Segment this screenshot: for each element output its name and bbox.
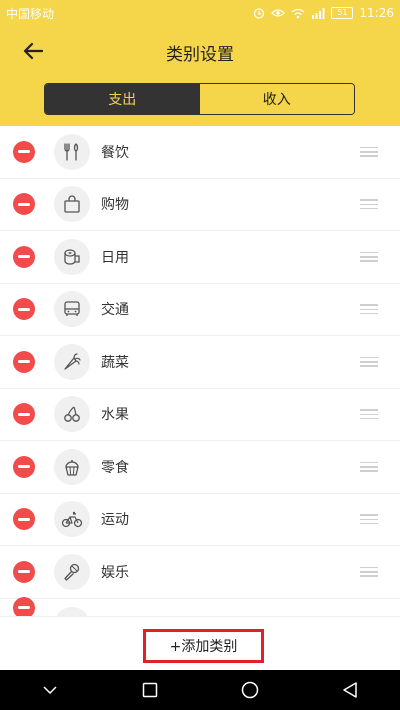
- bicycle-icon: [54, 501, 90, 538]
- type-segmented-control: 支出 收入: [44, 83, 355, 115]
- remove-category-button[interactable]: [13, 193, 35, 216]
- drag-handle-icon[interactable]: [360, 356, 378, 367]
- category-row-partial[interactable]: [0, 596, 400, 616]
- category-row[interactable]: 水果: [0, 389, 400, 441]
- category-label: 日用: [101, 249, 129, 266]
- category-row[interactable]: 零食: [0, 441, 400, 494]
- category-label: 运动: [101, 512, 129, 529]
- recent-apps-icon[interactable]: [130, 670, 170, 710]
- app-header: 类别设置 支出 收入: [0, 26, 400, 126]
- remove-category-button[interactable]: [13, 298, 35, 321]
- back-triangle-icon[interactable]: [330, 670, 370, 710]
- category-label: 餐饮: [101, 144, 129, 161]
- category-label: 水果: [101, 407, 129, 424]
- bus-icon: [54, 291, 90, 328]
- remove-category-button[interactable]: [13, 245, 35, 268]
- utensils-icon: [54, 133, 90, 170]
- category-row[interactable]: 日用: [0, 231, 400, 284]
- clock: 11:26: [359, 6, 394, 20]
- chevron-down-icon[interactable]: [30, 670, 70, 710]
- category-label: 娱乐: [101, 564, 129, 581]
- drag-handle-icon[interactable]: [360, 461, 378, 472]
- drag-handle-icon[interactable]: [360, 199, 378, 210]
- alarm-icon: [253, 7, 265, 19]
- bottom-bar: +添加类别: [0, 616, 400, 670]
- wifi-icon: [291, 8, 305, 19]
- drag-handle-icon[interactable]: [360, 566, 378, 577]
- category-row[interactable]: 蔬菜: [0, 336, 400, 389]
- cupcake-icon: [54, 448, 90, 485]
- signal-icon: [311, 7, 325, 19]
- shopping-bag-icon: [54, 186, 90, 223]
- category-row[interactable]: 运动: [0, 494, 400, 546]
- remove-category-button[interactable]: [13, 455, 35, 478]
- category-label: 交通: [101, 302, 129, 319]
- category-label: 零食: [101, 459, 129, 476]
- category-row[interactable]: 购物: [0, 179, 400, 231]
- remove-category-button[interactable]: [13, 560, 35, 583]
- remove-category-button[interactable]: [13, 596, 35, 616]
- status-bar: 中国移动 51 11:26: [0, 0, 400, 26]
- carrot-icon: [54, 343, 90, 380]
- eye-icon: [271, 8, 286, 18]
- remove-category-button[interactable]: [13, 350, 35, 373]
- drag-handle-icon[interactable]: [360, 146, 378, 157]
- add-category-button[interactable]: +添加类别: [143, 629, 264, 663]
- category-row[interactable]: 餐饮: [0, 126, 400, 179]
- remove-category-button[interactable]: [13, 508, 35, 531]
- drag-handle-icon[interactable]: [360, 514, 378, 525]
- tissue-roll-icon: [54, 238, 90, 275]
- home-icon[interactable]: [230, 670, 270, 710]
- page-title: 类别设置: [166, 45, 234, 65]
- category-row[interactable]: 交通: [0, 284, 400, 336]
- tab-expense[interactable]: 支出: [45, 84, 200, 114]
- remove-category-button[interactable]: [13, 140, 35, 163]
- drag-handle-icon[interactable]: [360, 304, 378, 315]
- category-icon: [54, 606, 90, 616]
- status-icons: 51 11:26: [253, 6, 394, 20]
- drag-handle-icon[interactable]: [360, 251, 378, 262]
- cherry-icon: [54, 396, 90, 433]
- category-list[interactable]: 餐饮 购物 日用 交通 蔬菜 水果 零食 运动 娱乐: [0, 126, 400, 616]
- remove-category-button[interactable]: [13, 403, 35, 426]
- tab-income[interactable]: 收入: [199, 84, 354, 114]
- system-nav-bar: [0, 670, 400, 710]
- drag-handle-icon[interactable]: [360, 409, 378, 420]
- category-label: 蔬菜: [101, 354, 129, 371]
- microphone-icon: [54, 553, 90, 590]
- category-row[interactable]: 娱乐: [0, 546, 400, 599]
- battery-icon: 51: [331, 7, 354, 19]
- category-label: 购物: [101, 197, 129, 214]
- carrier-name: 中国移动: [6, 6, 55, 21]
